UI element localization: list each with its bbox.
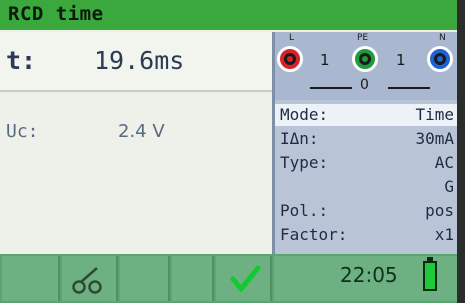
title-bar: RCD time xyxy=(0,0,458,30)
page-title: RCD time xyxy=(8,3,104,25)
uc-value: 2.4 V xyxy=(118,121,165,142)
terminal-l-icon xyxy=(277,46,303,72)
underline-pe xyxy=(388,87,430,89)
screen-bezel xyxy=(457,0,465,303)
clock: 22:05 xyxy=(340,263,398,287)
terminal-pe-label: PE xyxy=(357,33,369,43)
param-value: AC xyxy=(434,153,454,172)
param-type[interactable]: Type: AC xyxy=(275,152,458,174)
result-value: 19.6ms xyxy=(94,46,185,75)
softkey-4[interactable] xyxy=(172,256,214,301)
result-label: t: xyxy=(6,46,37,75)
terminal-n-label: N xyxy=(439,33,446,43)
softkey-3[interactable] xyxy=(120,256,170,301)
terminal-pe-number: 1 xyxy=(396,51,406,69)
param-type-g[interactable]: G xyxy=(275,176,458,198)
param-value: x1 xyxy=(434,225,454,244)
param-value: Time xyxy=(415,105,454,124)
result-row: t: 19.6ms xyxy=(0,32,272,92)
check-icon xyxy=(230,265,261,292)
param-factor[interactable]: Factor: x1 xyxy=(275,224,458,246)
terminal-panel: L 1 PE 1 0 N xyxy=(275,32,458,100)
param-mode[interactable]: Mode: Time xyxy=(275,104,458,126)
terminal-l-number: 1 xyxy=(320,51,330,69)
softkey-1[interactable] xyxy=(2,256,60,301)
param-key: Mode: xyxy=(280,105,329,124)
terminal-pe-icon xyxy=(352,46,378,72)
uc-label: Uc: xyxy=(6,121,39,142)
terminal-below-value: 0 xyxy=(360,77,369,93)
battery-icon xyxy=(423,257,437,291)
rcd-screen: RCD time t: 19.6ms Uc: 2.4 V L 1 PE 1 0 … xyxy=(0,0,465,303)
softkey-2[interactable] xyxy=(62,256,118,301)
param-value: 30mA xyxy=(415,129,454,148)
param-key: Pol.: xyxy=(280,201,329,220)
param-value: pos xyxy=(425,201,454,220)
param-key: IΔn: xyxy=(280,129,319,148)
param-i-delta-n[interactable]: IΔn: 30mA xyxy=(275,128,458,150)
underline-l xyxy=(310,87,352,89)
param-value: G xyxy=(444,177,454,196)
parameter-panel: Mode: Time IΔn: 30mA Type: AC G Pol.: po… xyxy=(275,100,458,254)
param-key: Factor: xyxy=(280,225,348,244)
param-key: Type: xyxy=(280,153,329,172)
continuity-icon xyxy=(72,267,102,294)
param-polarity[interactable]: Pol.: pos xyxy=(275,200,458,222)
terminal-n-icon xyxy=(427,46,453,72)
terminal-l-label: L xyxy=(289,33,295,43)
softkey-5[interactable] xyxy=(216,256,272,301)
